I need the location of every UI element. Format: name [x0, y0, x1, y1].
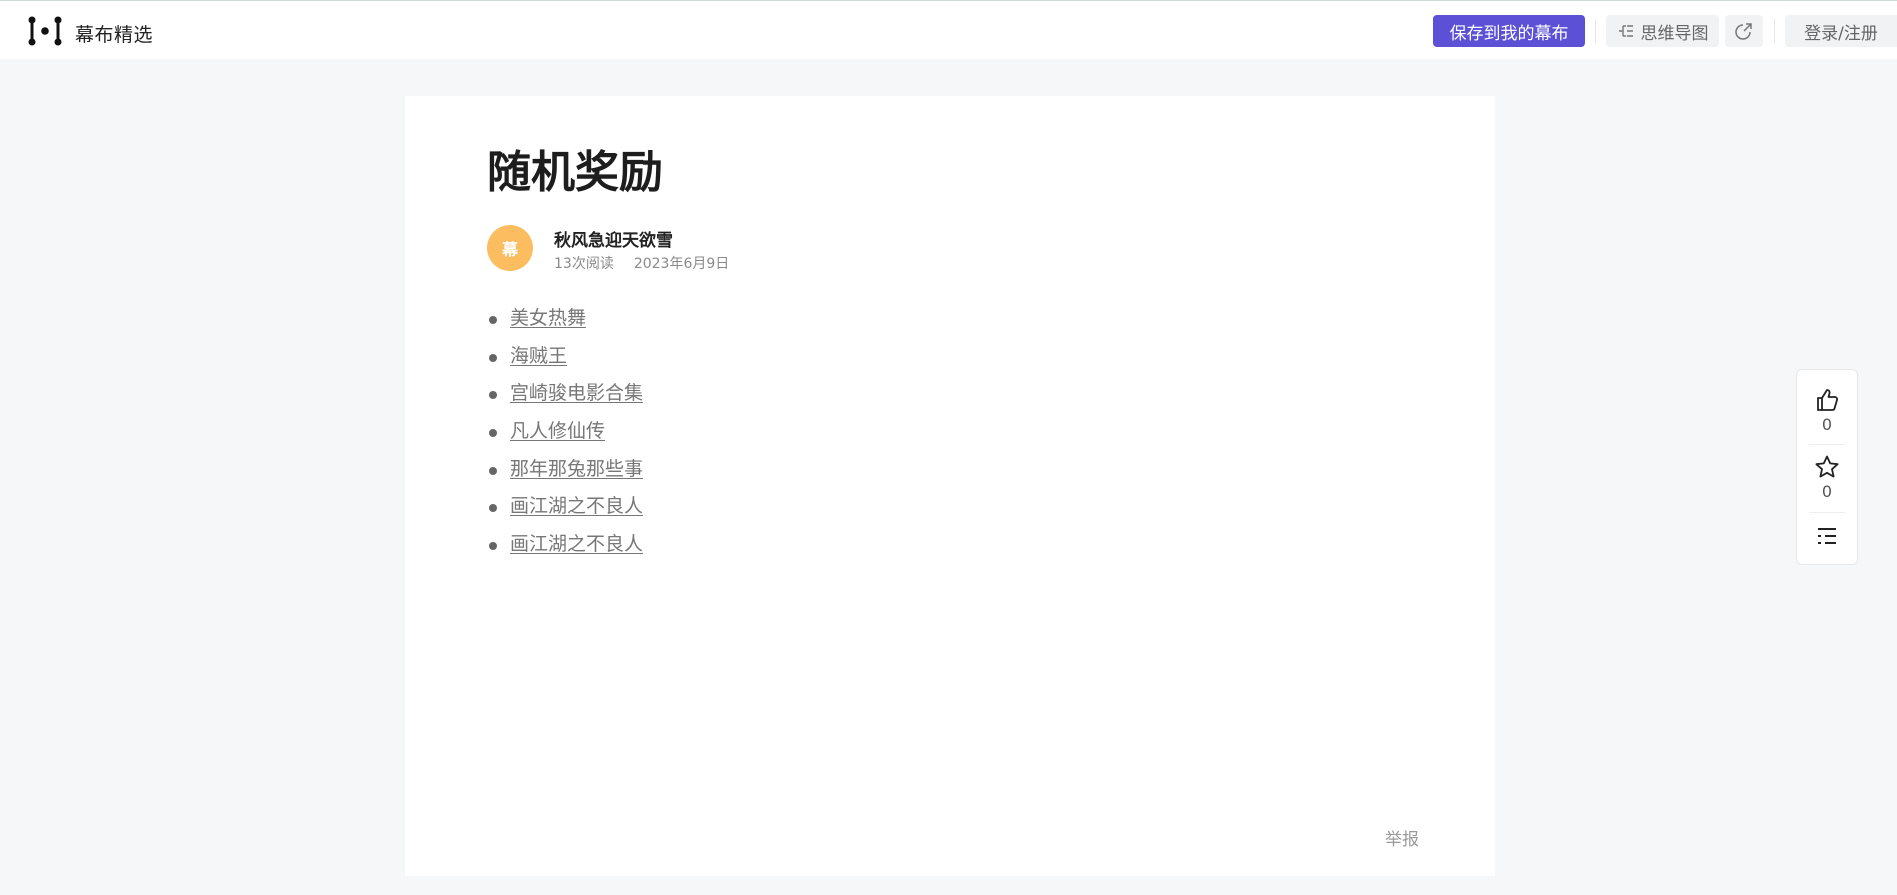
- list-item-link[interactable]: 凡人修仙传: [510, 420, 605, 442]
- save-to-mubu-button[interactable]: 保存到我的幕布: [1433, 15, 1585, 47]
- list-item-link[interactable]: 那年那兔那些事: [510, 458, 643, 480]
- header-divider: [1774, 19, 1775, 43]
- like-count: 0: [1821, 415, 1833, 434]
- list-item-link[interactable]: 美女热舞: [510, 307, 586, 329]
- star-icon: [1815, 455, 1839, 478]
- favorite-button[interactable]: 0: [1797, 454, 1857, 501]
- mubu-logo-icon[interactable]: [28, 16, 62, 46]
- author-name[interactable]: 秋风急迎天欲雪: [554, 226, 673, 251]
- report-link[interactable]: 举报: [1385, 825, 1419, 850]
- article-meta: 13次阅读 2023年6月9日: [554, 253, 729, 273]
- list-item-link[interactable]: 画江湖之不良人: [510, 533, 643, 555]
- header-divider: [1595, 19, 1596, 43]
- share-icon: [1735, 23, 1752, 40]
- list-item-link[interactable]: 宫崎骏电影合集: [510, 382, 643, 404]
- like-button[interactable]: 0: [1797, 387, 1857, 434]
- brand-name[interactable]: 幕布精选: [75, 20, 153, 47]
- list-item: 海贼王: [485, 342, 643, 380]
- article-title: 随机奖励: [487, 147, 663, 198]
- side-divider: [1809, 444, 1845, 445]
- top-header: 幕布精选 保存到我的幕布 思维导图 登录/注册: [0, 0, 1897, 59]
- side-divider: [1809, 512, 1845, 513]
- list-item: 那年那兔那些事: [485, 455, 643, 493]
- share-button[interactable]: [1725, 15, 1763, 47]
- mindmap-label: 思维导图: [1640, 23, 1709, 44]
- outline-button[interactable]: [1797, 525, 1857, 547]
- favorite-count: 0: [1821, 482, 1833, 501]
- list-item: 凡人修仙传: [485, 417, 643, 455]
- publish-date: 2023年6月9日: [633, 256, 730, 272]
- list-item: 画江湖之不良人: [485, 530, 643, 568]
- login-register-button[interactable]: 登录/注册: [1785, 15, 1897, 47]
- author-avatar[interactable]: 幕: [487, 225, 533, 271]
- outline-icon: [1818, 528, 1836, 544]
- mindmap-icon: [1618, 25, 1633, 37]
- list-item: 宫崎骏电影合集: [485, 379, 643, 417]
- list-item-link[interactable]: 海贼王: [510, 345, 567, 367]
- list-item: 美女热舞: [485, 304, 643, 342]
- thumbs-up-icon: [1817, 389, 1839, 411]
- article-card: 随机奖励 幕 秋风急迎天欲雪 13次阅读 2023年6月9日 美女热舞 海贼王 …: [405, 96, 1495, 876]
- list-item-link[interactable]: 画江湖之不良人: [510, 495, 643, 517]
- read-count: 13次阅读: [554, 256, 614, 272]
- mindmap-button[interactable]: 思维导图: [1606, 15, 1719, 47]
- side-action-panel: 0 0: [1796, 369, 1858, 565]
- list-item: 画江湖之不良人: [485, 492, 643, 530]
- article-outline-list: 美女热舞 海贼王 宫崎骏电影合集 凡人修仙传 那年那兔那些事 画江湖之不良人 画…: [485, 304, 643, 568]
